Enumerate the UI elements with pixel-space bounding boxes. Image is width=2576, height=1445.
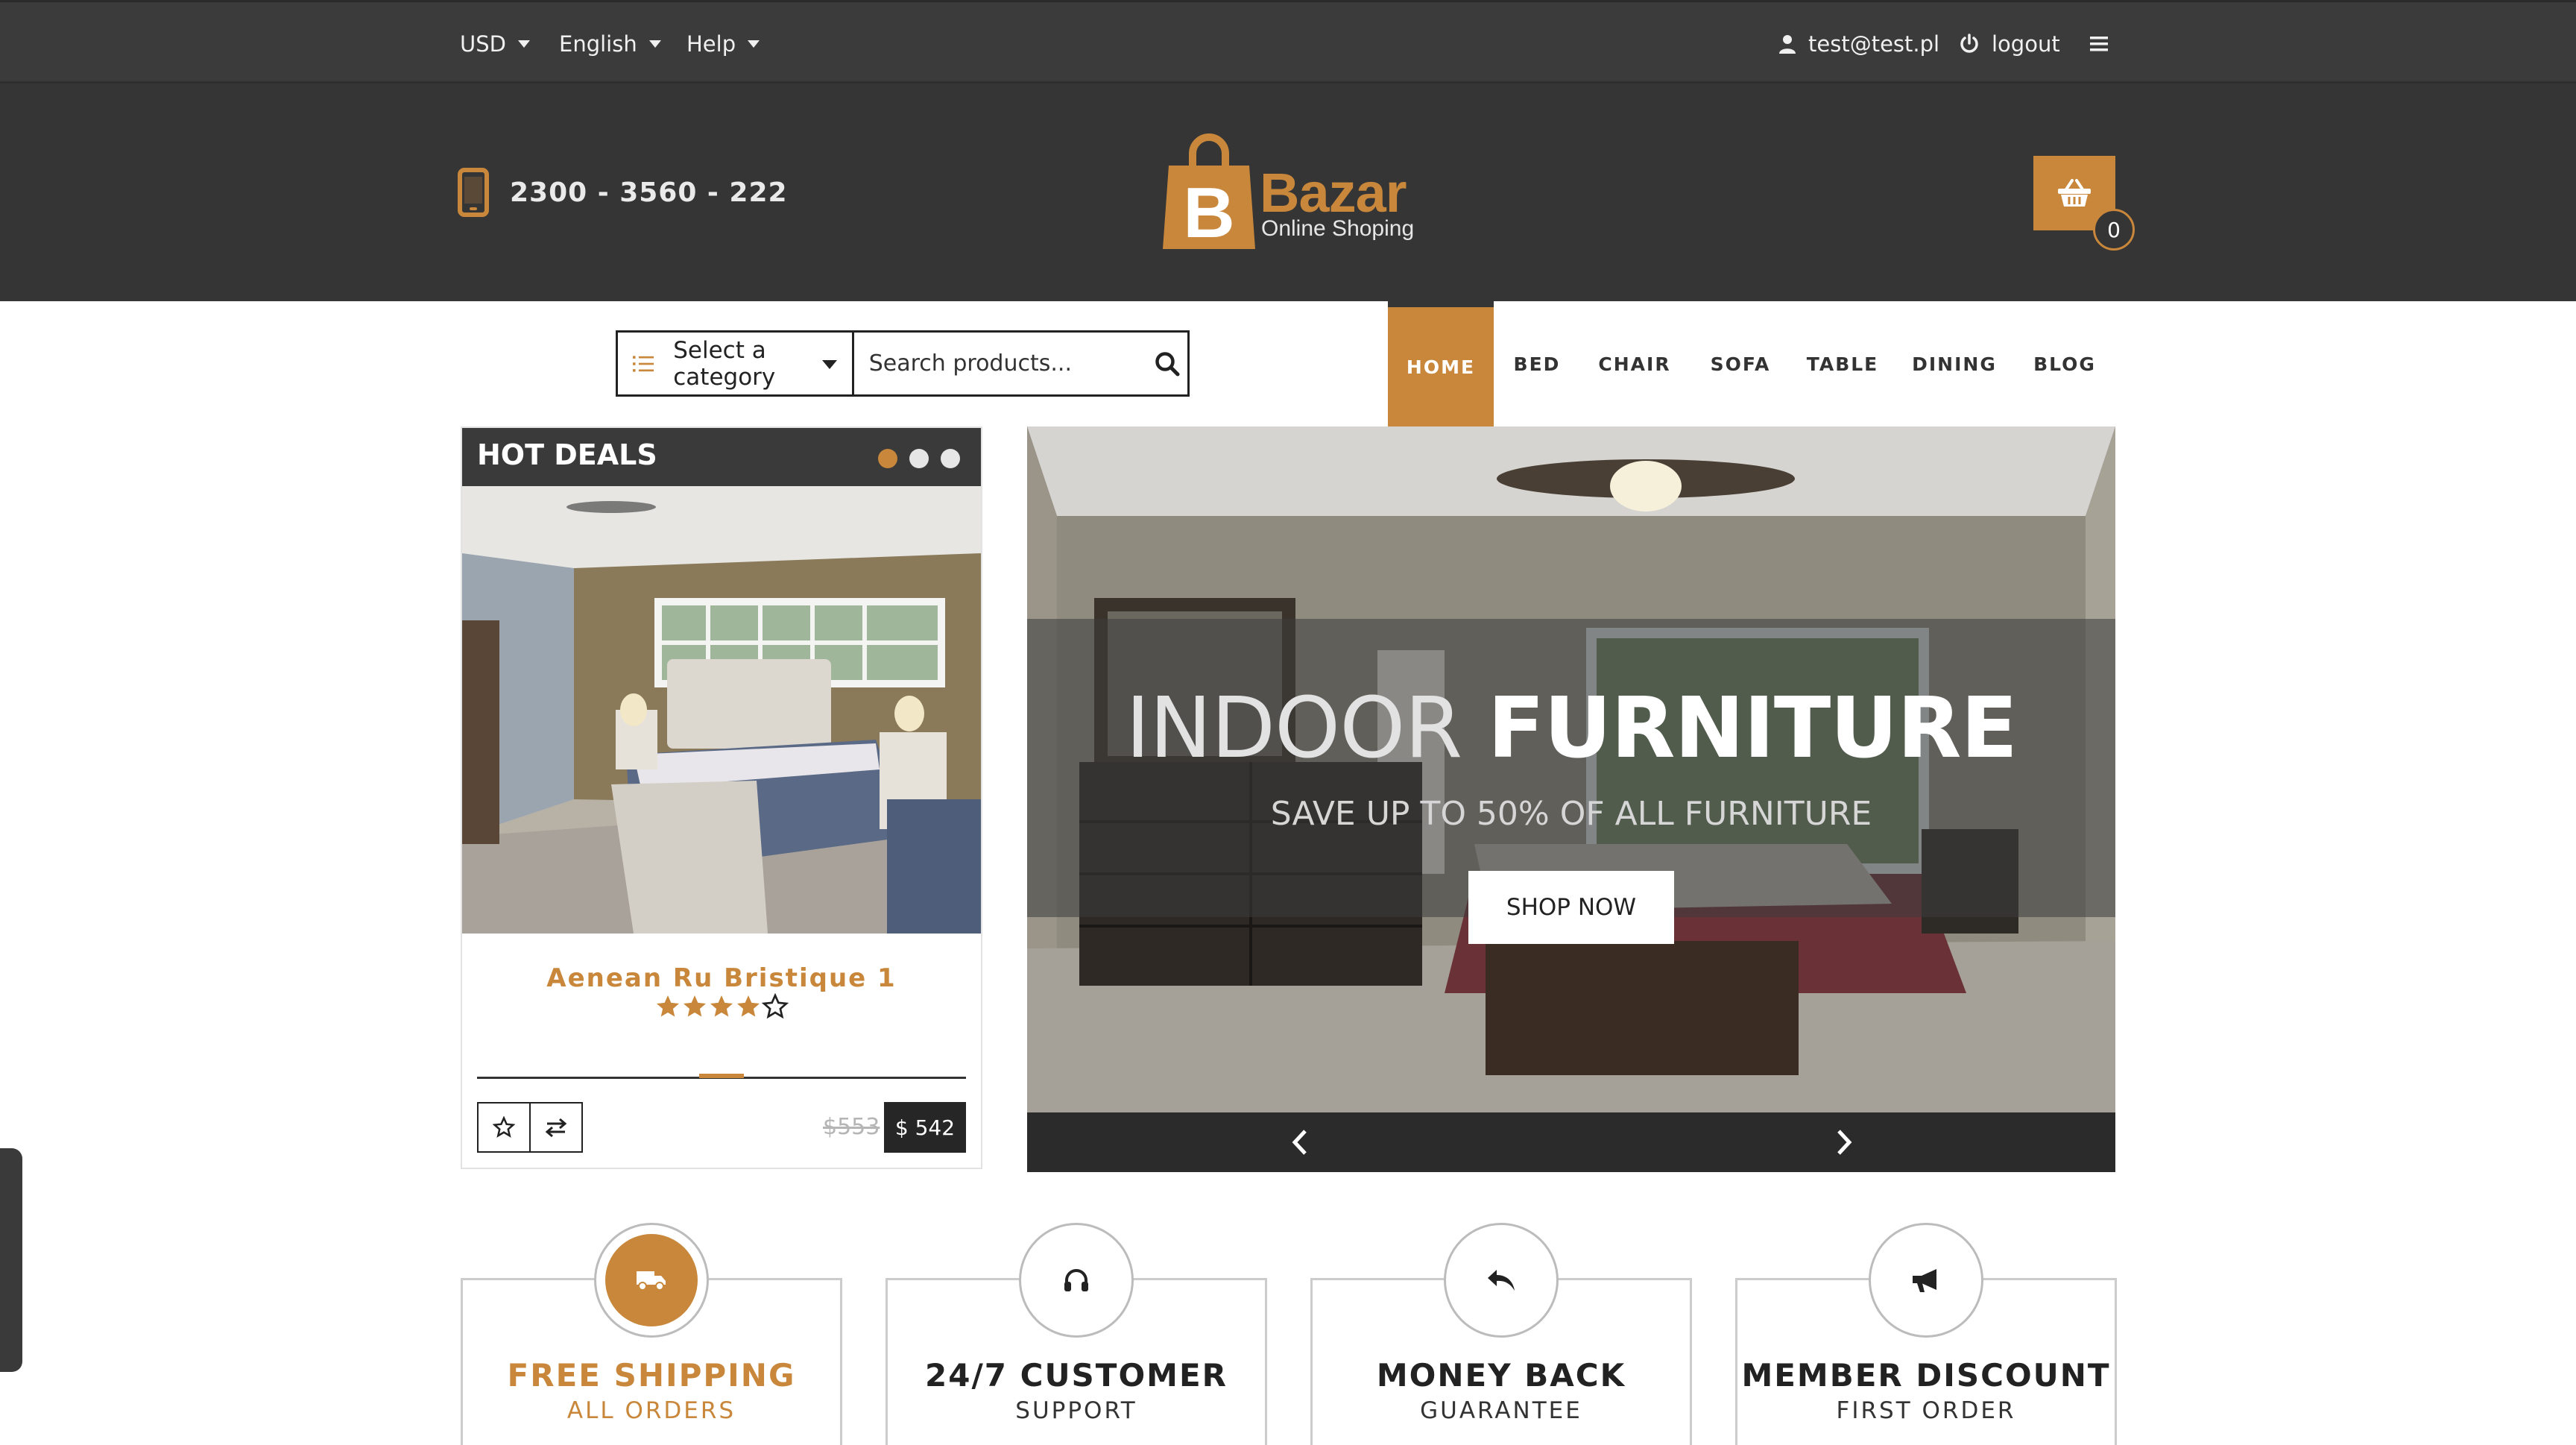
feature-discount-text: MEMBER DISCOUNT FIRST ORDER xyxy=(1735,0,2117,1445)
side-panel-tab[interactable] xyxy=(0,1148,22,1372)
feature-title: MONEY BACK xyxy=(1376,1357,1626,1394)
feature-subtitle: GUARANTEE xyxy=(1420,1397,1582,1424)
feature-support-text: 24/7 CUSTOMER SUPPORT xyxy=(886,0,1267,1445)
feature-shipping-text: FREE SHIPPING ALL ORDERS xyxy=(461,0,842,1445)
feature-subtitle: SUPPORT xyxy=(1015,1397,1137,1424)
feature-subtitle: FIRST ORDER xyxy=(1836,1397,2016,1424)
feature-title: MEMBER DISCOUNT xyxy=(1741,1357,2111,1394)
feature-subtitle: ALL ORDERS xyxy=(566,1397,736,1424)
feature-title: 24/7 CUSTOMER xyxy=(925,1357,1228,1394)
chevron-left-icon xyxy=(1292,1130,1307,1155)
feature-money-back-text: MONEY BACK GUARANTEE xyxy=(1310,0,1692,1445)
top-bar: USD English Help test@test.pl logout xyxy=(0,0,2576,84)
feature-title: FREE SHIPPING xyxy=(507,1357,796,1394)
